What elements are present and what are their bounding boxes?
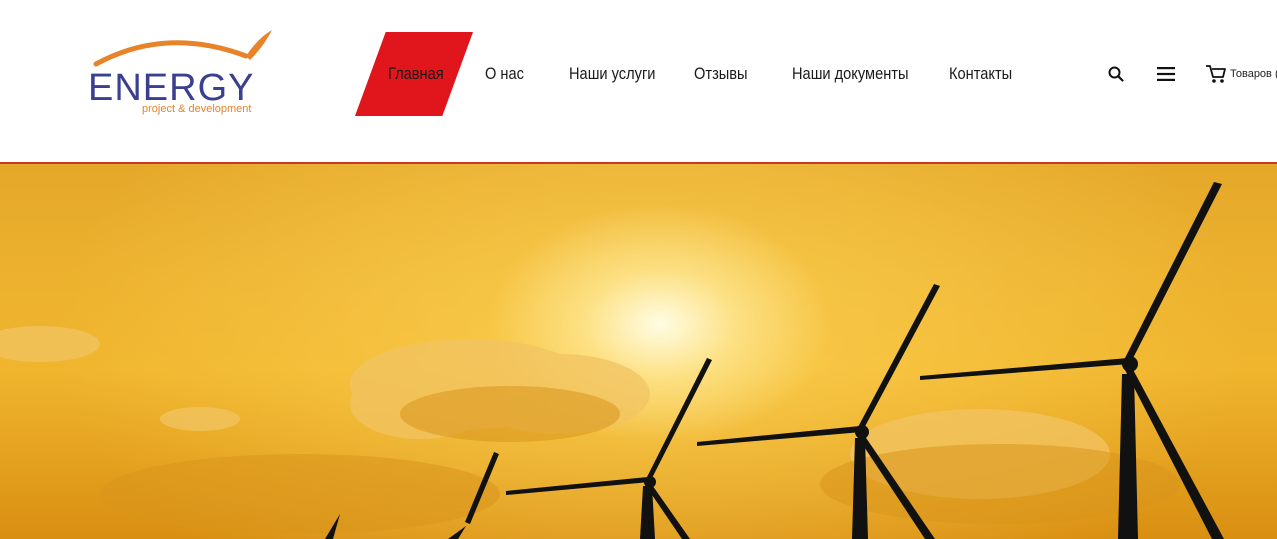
nav-item-contacts[interactable]: Контакты	[949, 32, 1012, 116]
logo[interactable]: ENERGY project & development	[86, 26, 276, 121]
site-header: ENERGY project & development Главная О н…	[0, 0, 1277, 164]
nav-item-documents[interactable]: Наши документы	[792, 32, 908, 116]
hamburger-menu-icon[interactable]	[1157, 67, 1175, 86]
energy-logo-mark: ENERGY project & development	[88, 30, 272, 115]
search-icon[interactable]	[1108, 66, 1124, 87]
hero-banner	[0, 164, 1277, 539]
cart-icon[interactable]	[1205, 63, 1227, 90]
nav-item-services[interactable]: Наши услуги	[569, 32, 655, 116]
logo-subtitle: project & development	[142, 103, 251, 115]
cart-count-label[interactable]: Товаров (	[1230, 68, 1277, 80]
nav-item-reviews[interactable]: Отзывы	[694, 32, 748, 116]
nav-item-home[interactable]: Главная	[388, 32, 444, 116]
nav-item-about[interactable]: О нас	[485, 32, 524, 116]
hero-wind-turbines-image	[0, 182, 1224, 539]
